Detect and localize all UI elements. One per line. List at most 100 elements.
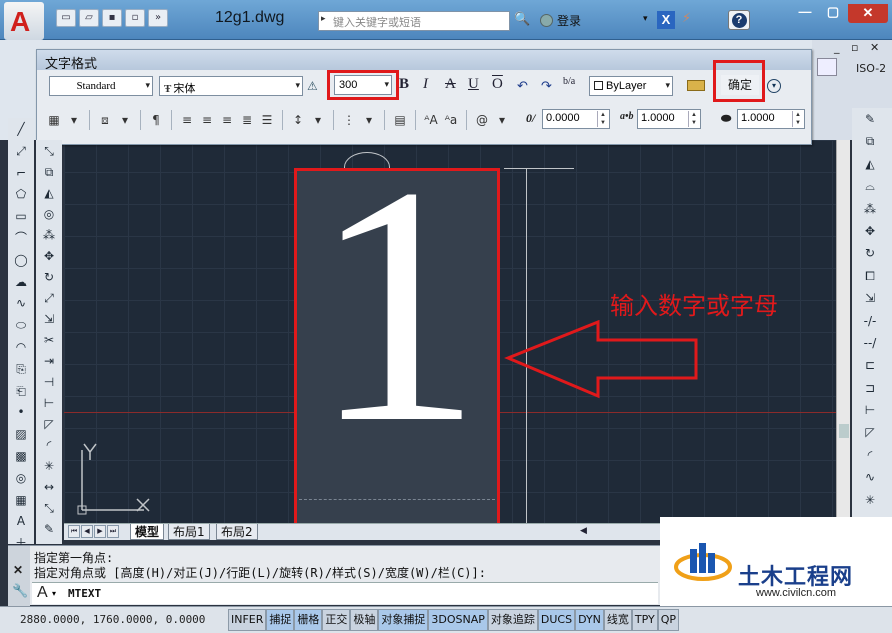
ruler-icon[interactable] xyxy=(687,80,705,91)
save-as-icon[interactable]: ▫ xyxy=(125,9,145,27)
polyline-icon[interactable]: ⌐ xyxy=(11,163,31,184)
status-toggle[interactable]: 3DOSNAP xyxy=(428,609,488,631)
command-input[interactable]: A ▾ MTEXT xyxy=(32,582,658,604)
mtext-justify-icon[interactable]: ⧈ xyxy=(96,111,114,129)
move-icon[interactable]: ✥ xyxy=(39,246,59,266)
text-height-select[interactable]: 300 ▾ xyxy=(334,75,392,95)
mtext-edit-frame[interactable]: 1 xyxy=(294,140,500,523)
first-tab-icon[interactable]: ⏮ xyxy=(68,525,80,538)
move-icon[interactable]: ✥ xyxy=(860,221,880,242)
command-window-handle[interactable]: ✕ 🔧 xyxy=(8,546,30,606)
region-icon[interactable]: ◎ xyxy=(11,468,31,489)
align-center-icon[interactable]: ≡ xyxy=(198,111,216,129)
blend-icon[interactable]: ∿ xyxy=(860,467,880,488)
status-toggle[interactable]: DUCS xyxy=(537,609,576,631)
rectangle-icon[interactable]: ▭ xyxy=(11,206,31,227)
uppercase-icon[interactable]: ᴬA xyxy=(422,111,440,129)
construction-line-icon[interactable]: ⤢ xyxy=(11,141,31,162)
table-icon[interactable]: ▦ xyxy=(11,490,31,511)
save-icon[interactable]: ▪ xyxy=(102,9,122,27)
scale-icon[interactable]: ⤢ xyxy=(39,288,59,308)
scroll-left-icon[interactable]: ◀ xyxy=(580,526,587,536)
edit-icon[interactable]: ✎ xyxy=(39,519,59,539)
next-tab-icon[interactable]: ▶ xyxy=(94,525,106,538)
more-icon[interactable]: » xyxy=(148,9,168,27)
status-toggle[interactable]: 正交 xyxy=(322,609,351,631)
line-icon[interactable]: ╱ xyxy=(11,119,31,140)
dropdown-arrow-icon[interactable]: ▾ xyxy=(116,111,134,129)
status-toggle[interactable]: 栅格 xyxy=(294,609,323,631)
offset-icon[interactable]: ⌓ xyxy=(860,176,880,197)
bold-button[interactable]: B xyxy=(399,76,409,93)
erase-icon[interactable]: ⤡ xyxy=(39,141,59,161)
dimension-style-label[interactable]: ISO-2 xyxy=(856,62,886,75)
status-toggle[interactable]: DYN xyxy=(575,609,604,631)
width-factor-input[interactable]: 1.0000 ▲ ▼ xyxy=(737,109,805,129)
trim-icon[interactable]: -/- xyxy=(860,311,880,332)
spinner-icon[interactable]: ▲ ▼ xyxy=(597,111,608,127)
mirror-icon[interactable]: ◭ xyxy=(39,183,59,203)
join-icon[interactable]: ⊢ xyxy=(39,393,59,413)
copy-icon[interactable]: ⧉ xyxy=(860,131,880,152)
extend-icon[interactable]: ⇥ xyxy=(39,351,59,371)
annotative-icon[interactable]: ⚠ xyxy=(307,79,318,93)
insert-field-icon[interactable]: ▤ xyxy=(391,111,409,129)
stretch-icon[interactable]: ⇲ xyxy=(860,288,880,309)
revision-cloud-icon[interactable]: ☁ xyxy=(11,272,31,293)
search-input[interactable]: ▸ 键入关键字或短语 xyxy=(318,11,510,31)
rotate-icon[interactable]: ↻ xyxy=(860,243,880,264)
fillet-icon[interactable]: ◜ xyxy=(860,445,880,466)
dropdown-arrow-icon[interactable]: ▾ xyxy=(65,111,83,129)
ellipse-arc-icon[interactable]: ◠ xyxy=(11,337,31,358)
mtext-content[interactable]: 1 xyxy=(297,140,497,475)
justify-icon[interactable]: ≣ xyxy=(238,111,256,129)
rotate-icon[interactable]: ↻ xyxy=(39,267,59,287)
exchange-x-icon[interactable]: X xyxy=(657,11,675,29)
break-icon[interactable]: ⊏ xyxy=(860,355,880,376)
insert-block-icon[interactable]: ⎘ xyxy=(11,359,31,380)
distribute-icon[interactable]: ☰ xyxy=(258,111,276,129)
dropdown-arrow-icon[interactable]: ▾ xyxy=(493,111,511,129)
break-icon[interactable]: ⊣ xyxy=(39,372,59,392)
line-spacing-icon[interactable]: ↕ xyxy=(289,111,307,129)
text-color-select[interactable]: ByLayer ▾ xyxy=(589,76,673,96)
coordinate-readout[interactable]: 2880.0000, 1760.0000, 0.0000 xyxy=(20,613,205,626)
new-file-icon[interactable]: ▭ xyxy=(56,9,76,27)
close-button[interactable]: ✕ xyxy=(848,4,888,23)
explode-icon[interactable]: ✳ xyxy=(39,456,59,476)
gradient-icon[interactable]: ▩ xyxy=(11,446,31,467)
status-toggle[interactable]: 对象追踪 xyxy=(487,609,538,631)
tab-model[interactable]: 模型 xyxy=(130,524,165,540)
array-icon[interactable]: ⁂ xyxy=(39,225,59,245)
ellipse-icon[interactable]: ⬭ xyxy=(11,315,31,336)
explode-icon[interactable]: ✳ xyxy=(860,490,880,511)
fillet-icon[interactable]: ◜ xyxy=(39,435,59,455)
numbering-icon[interactable]: ⋮ xyxy=(340,111,358,129)
join-icon[interactable]: ⊢ xyxy=(860,400,880,421)
paragraph-icon[interactable]: ¶ xyxy=(147,111,165,129)
vertical-scrollbar[interactable] xyxy=(836,140,850,518)
spinner-icon[interactable]: ▲ ▼ xyxy=(688,111,699,127)
ok-button[interactable]: 确定 xyxy=(721,75,759,95)
login-button[interactable]: 登录 xyxy=(540,12,581,29)
circle-icon[interactable]: ◯ xyxy=(11,250,31,271)
scale-icon[interactable]: ⧠ xyxy=(860,266,880,287)
dropdown-arrow-icon[interactable]: ▾ xyxy=(360,111,378,129)
strikethrough-button[interactable]: A xyxy=(445,76,456,93)
chamfer-icon[interactable]: ◸ xyxy=(39,414,59,434)
trim-icon[interactable]: ✂ xyxy=(39,330,59,350)
prev-tab-icon[interactable]: ◀ xyxy=(81,525,93,538)
spline-icon[interactable]: ∿ xyxy=(11,293,31,314)
minimize-button[interactable]: — xyxy=(792,4,818,22)
undo-icon[interactable]: ↶ xyxy=(517,78,528,94)
arc-icon[interactable]: ⌒ xyxy=(11,228,31,249)
status-toggle[interactable]: 捕捉 xyxy=(266,609,295,631)
redo-icon[interactable]: ↷ xyxy=(541,78,552,94)
drawing-window-controls[interactable]: _ ▫ ✕ xyxy=(834,41,883,54)
help-button[interactable]: ? xyxy=(728,10,750,30)
stretch-icon[interactable]: ⇲ xyxy=(39,309,59,329)
italic-button[interactable]: I xyxy=(423,76,428,93)
last-tab-icon[interactable]: ⏭ xyxy=(107,525,119,538)
dropdown-arrow-icon[interactable]: ▾ xyxy=(309,111,327,129)
drawing-canvas[interactable]: 1 输入数字或字母 xyxy=(64,140,836,523)
